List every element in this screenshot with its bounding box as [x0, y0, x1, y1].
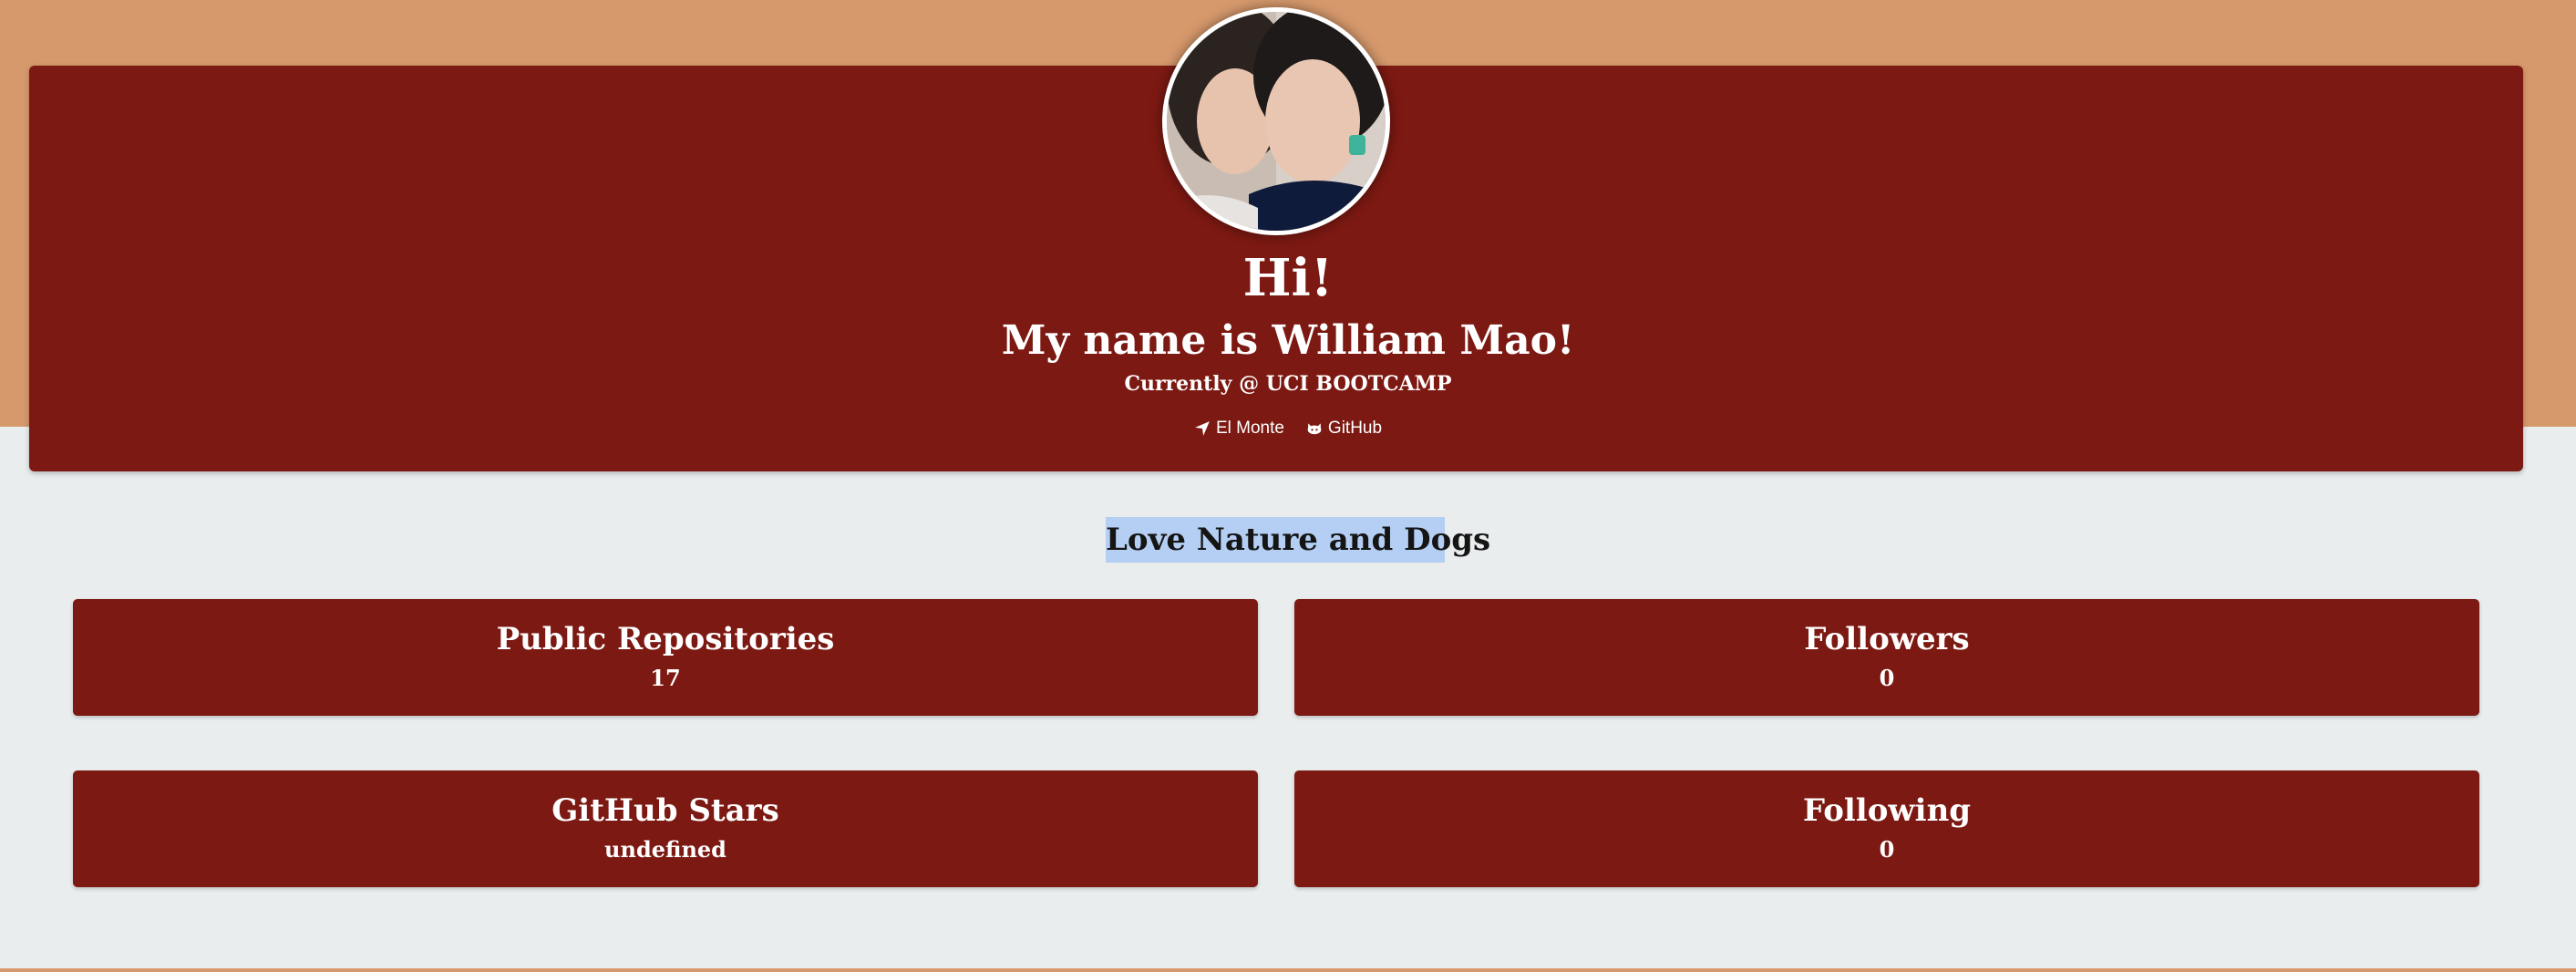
- name-heading: My name is William Mao!: [1001, 317, 1575, 364]
- location-arrow-icon: [1195, 421, 1210, 436]
- avatar: [1162, 7, 1390, 235]
- location-link[interactable]: El Monte: [1194, 415, 1284, 442]
- greeting-heading: Hi!: [1242, 248, 1334, 308]
- bio-text: Love Nature and Dogs: [1106, 517, 1490, 563]
- following-title: Following: [1802, 792, 1972, 829]
- github-stars-card: GitHub Stars undefined: [73, 770, 1258, 887]
- avatar-photo: [1167, 12, 1386, 231]
- github-stars-value: undefined: [604, 836, 726, 863]
- public-repositories-card: Public Repositories 17: [73, 599, 1258, 716]
- github-label: GitHub: [1327, 419, 1383, 438]
- public-repositories-title: Public Repositories: [496, 621, 835, 657]
- followers-value: 0: [1879, 665, 1895, 691]
- github-stars-title: GitHub Stars: [551, 792, 779, 829]
- github-icon: [1307, 423, 1322, 435]
- location-label: El Monte: [1215, 419, 1284, 438]
- profile-links: El Monte GitHub: [0, 415, 2576, 442]
- public-repositories-value: 17: [650, 665, 681, 691]
- following-card: Following 0: [1294, 770, 2479, 887]
- page: Hi! My name is William Mao! Currently @ …: [0, 0, 2576, 972]
- followers-title: Followers: [1804, 621, 1970, 657]
- current-position: Currently @ UCI BOOTCAMP: [1124, 372, 1452, 396]
- github-link[interactable]: GitHub: [1306, 415, 1382, 442]
- followers-card: Followers 0: [1294, 599, 2479, 716]
- bottom-border: [0, 968, 2576, 972]
- following-value: 0: [1879, 836, 1895, 863]
